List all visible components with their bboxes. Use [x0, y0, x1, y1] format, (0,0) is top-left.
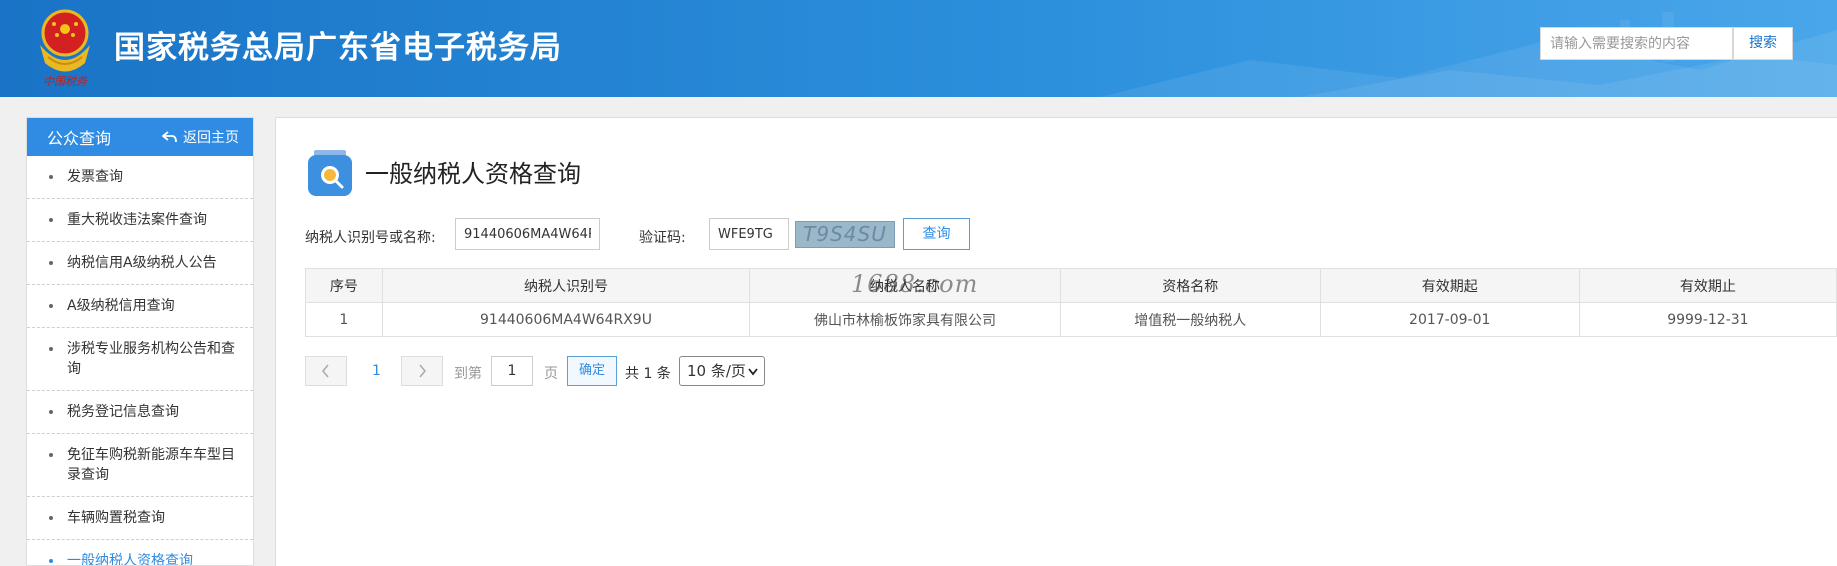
sidebar-item-label: 发票查询 — [67, 169, 123, 185]
bullet-icon — [49, 410, 53, 414]
sidebar-item-label: 涉税专业服务机构公告和查询 — [67, 341, 235, 377]
chevron-left-icon — [322, 364, 329, 378]
captcha-label: 验证码: — [639, 230, 686, 246]
table-row: 1 91440606MA4W64RX9U 佛山市林榆板饰家具有限公司 增值税一般… — [305, 302, 1837, 337]
sidebar-item-vehicle-tax[interactable]: 车辆购置税查询 — [27, 497, 253, 540]
sidebar-header: 公众查询 返回主页 — [27, 118, 253, 156]
back-arrow-icon — [162, 131, 177, 143]
back-home-link[interactable]: 返回主页 — [162, 127, 239, 147]
sidebar-item-label: 纳税信用A级纳税人公告 — [67, 255, 217, 271]
chevron-down-icon — [748, 357, 758, 386]
sidebar-item-service-agency[interactable]: 涉税专业服务机构公告和查询 — [27, 328, 253, 391]
sidebar-item-general-taxpayer[interactable]: 一般纳税人资格查询 — [27, 540, 253, 566]
bullet-icon — [49, 218, 53, 222]
bullet-icon — [49, 175, 53, 179]
sidebar-item-credit-a-query[interactable]: A级纳税信用查询 — [27, 285, 253, 328]
back-home-label: 返回主页 — [183, 130, 239, 146]
tax-emblem-logo: 中国税务 — [40, 9, 90, 88]
sidebar-item-credit-a-notice[interactable]: 纳税信用A级纳税人公告 — [27, 242, 253, 285]
bullet-icon — [49, 516, 53, 520]
sidebar-title: 公众查询 — [47, 129, 112, 148]
table-cell: 2017-09-01 — [1319, 302, 1580, 337]
goto-page-input[interactable] — [491, 356, 533, 386]
page-size-value: 10 条/页 — [687, 362, 746, 380]
sidebar-item-label: 一般纳税人资格查询 — [67, 553, 193, 566]
chevron-right-icon — [419, 364, 426, 378]
sidebar: 公众查询 返回主页 发票查询 重大税收违法案件查询 纳税信用A级纳税人公告 A级… — [26, 117, 254, 566]
sidebar-item-label: A级纳税信用查询 — [67, 298, 175, 314]
column-header: 有效期起 — [1319, 268, 1580, 303]
goto-confirm-button[interactable]: 确定 — [567, 356, 617, 386]
column-header: 有效期止 — [1578, 268, 1837, 303]
sidebar-item-ev-catalog[interactable]: 免征车购税新能源车车型目录查询 — [27, 434, 253, 497]
search-document-icon — [308, 150, 352, 196]
captcha-image[interactable]: T9S4SU — [795, 221, 895, 248]
sidebar-item-label: 免征车购税新能源车车型目录查询 — [67, 447, 235, 483]
bullet-icon — [49, 261, 53, 265]
taxpayer-id-input[interactable] — [455, 218, 600, 250]
prev-page-button[interactable] — [305, 356, 347, 386]
page-unit-label: 页 — [544, 366, 558, 382]
bullet-icon — [49, 347, 53, 351]
table-cell: 1 — [305, 302, 383, 337]
query-button[interactable]: 查询 — [903, 218, 970, 250]
bullet-icon — [49, 453, 53, 457]
search-input[interactable] — [1540, 27, 1733, 60]
current-page-number[interactable]: 1 — [372, 363, 381, 379]
search-button[interactable]: 搜索 — [1733, 27, 1793, 60]
table-cell: 增值税一般纳税人 — [1059, 302, 1321, 337]
bullet-icon — [49, 304, 53, 308]
site-title: 国家税务总局广东省电子税务局 — [114, 30, 562, 66]
page-title: 一般纳税人资格查询 — [365, 160, 581, 188]
page-size-select[interactable]: 10 条/页 — [679, 356, 765, 386]
site-header: 中国税务 国家税务总局广东省电子税务局 搜索 — [0, 0, 1837, 97]
sidebar-item-label: 重大税收违法案件查询 — [67, 212, 207, 228]
main-panel: 一般纳税人资格查询 纳税人识别号或名称: 验证码: T9S4SU 查询 序号 纳… — [275, 117, 1837, 566]
column-header: 纳税人名称 — [749, 268, 1061, 303]
column-header: 资格名称 — [1059, 268, 1321, 303]
column-header: 纳税人识别号 — [381, 268, 751, 303]
captcha-input[interactable] — [709, 218, 789, 250]
result-table: 序号 纳税人识别号 纳税人名称 资格名称 有效期起 有效期止 1 9144060… — [305, 268, 1837, 337]
sidebar-item-invoice-query[interactable]: 发票查询 — [27, 156, 253, 199]
table-header-row: 序号 纳税人识别号 纳税人名称 资格名称 有效期起 有效期止 — [305, 268, 1837, 303]
sidebar-item-label: 车辆购置税查询 — [67, 510, 165, 526]
total-count: 共 1 条 — [625, 366, 671, 382]
next-page-button[interactable] — [401, 356, 443, 386]
goto-label: 到第 — [454, 366, 482, 382]
taxpayer-label: 纳税人识别号或名称: — [305, 230, 436, 246]
sidebar-item-tax-registration[interactable]: 税务登记信息查询 — [27, 391, 253, 434]
table-cell: 91440606MA4W64RX9U — [381, 302, 751, 337]
table-cell: 9999-12-31 — [1578, 302, 1837, 337]
sidebar-item-label: 税务登记信息查询 — [67, 404, 179, 420]
table-cell: 佛山市林榆板饰家具有限公司 — [749, 302, 1061, 337]
sidebar-item-major-violation[interactable]: 重大税收违法案件查询 — [27, 199, 253, 242]
bullet-icon — [49, 559, 53, 563]
column-header: 序号 — [305, 268, 383, 303]
svg-text:中国税务: 中国税务 — [43, 75, 88, 88]
